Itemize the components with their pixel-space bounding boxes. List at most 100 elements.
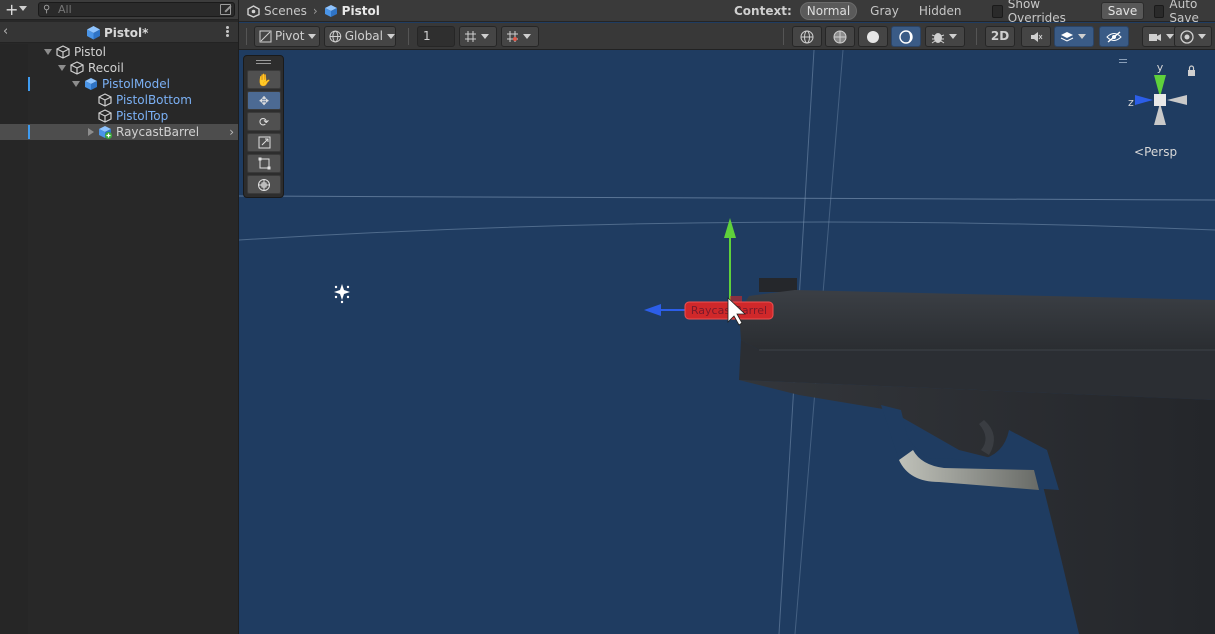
grid-snap-field[interactable]: 1 — [417, 26, 455, 47]
move-arrows-icon: ✥ — [258, 93, 270, 108]
2d-toggle-button[interactable]: 2D — [985, 26, 1015, 47]
wireframe-sphere-icon — [800, 30, 814, 43]
chevron-down-icon — [949, 34, 957, 39]
plus-icon: + — [5, 0, 19, 19]
prefab-override-marker — [28, 77, 30, 91]
prefab-title: Pistol* — [86, 24, 148, 41]
show-overrides-checkbox[interactable] — [992, 4, 1003, 18]
prefab-cube-icon — [324, 5, 337, 17]
global-dropdown[interactable]: Global — [324, 26, 396, 47]
tools-overlay: ✋ ✥ ⟳ — [243, 55, 284, 198]
scene-toolbar: Pivot Global 1 2D — [239, 23, 1215, 50]
chevron-down-icon — [387, 34, 395, 39]
gizmo-neg-z-cone[interactable] — [1167, 95, 1187, 105]
pivot-dropdown[interactable]: Pivot — [254, 26, 320, 47]
hierarchy-search[interactable]: ⚲ — [38, 2, 235, 17]
prefab-header: ‹ Pistol* — [0, 22, 238, 43]
gizmo-neg-y-cone[interactable] — [1154, 103, 1166, 125]
added-prefab-icon — [99, 126, 112, 139]
audio-mute-icon — [1031, 31, 1043, 42]
effects-layers-icon — [1060, 31, 1074, 42]
context-gray-button[interactable]: Gray — [863, 2, 906, 20]
unity-scenes-icon — [247, 4, 260, 18]
gizmo-z-cone[interactable] — [1135, 95, 1153, 105]
foldout-expanded-icon[interactable] — [44, 49, 52, 55]
pivot-icon — [259, 30, 272, 43]
hierarchy-tree: Pistol Recoil PistolModel PistolBottom P… — [0, 44, 238, 140]
hierarchy-item-label: Recoil — [88, 61, 124, 75]
context-normal-button[interactable]: Normal — [799, 2, 858, 20]
show-overrides-toggle[interactable]: Show Overrides — [992, 0, 1078, 25]
gizmo-y-cone[interactable] — [1154, 75, 1166, 97]
pistol-sight — [759, 278, 797, 292]
search-input[interactable] — [58, 3, 218, 16]
foldout-collapsed-icon[interactable] — [88, 128, 94, 136]
grid-snap-dropdown[interactable] — [501, 26, 539, 47]
global-label: Global — [344, 29, 383, 43]
breadcrumb-current[interactable]: Pistol — [342, 4, 380, 18]
overlay-drag-handle[interactable] — [256, 60, 271, 61]
hierarchy-item-pistol[interactable]: Pistol — [0, 44, 238, 60]
grid-visibility-dropdown[interactable] — [459, 26, 497, 47]
shaded-button[interactable] — [858, 26, 888, 47]
hierarchy-item-recoil[interactable]: Recoil — [0, 60, 238, 76]
chevron-down-icon — [1166, 34, 1174, 39]
shaded-wireframe-icon — [833, 30, 847, 43]
auto-save-toggle[interactable]: Auto Save — [1154, 0, 1215, 25]
transform-tool-button[interactable] — [247, 175, 281, 194]
audio-toggle-button[interactable] — [1021, 26, 1051, 47]
hierarchy-item-raycastbarrel[interactable]: RaycastBarrel › — [0, 124, 238, 140]
debug-draw-dropdown[interactable] — [925, 26, 965, 47]
hierarchy-item-pistolbottom[interactable]: PistolBottom — [0, 92, 238, 108]
foldout-expanded-icon[interactable] — [58, 65, 66, 71]
hierarchy-item-label: RaycastBarrel — [116, 125, 200, 139]
gizmo-z-label: z — [1128, 96, 1134, 109]
search-filter-icon[interactable] — [220, 4, 231, 15]
add-object-button[interactable]: + — [3, 0, 29, 20]
chevron-right-icon: › — [312, 4, 318, 18]
gameobject-icon — [98, 93, 112, 107]
chevron-down-icon — [1078, 34, 1086, 39]
move-tool-button[interactable]: ✥ — [247, 91, 281, 110]
rotate-tool-button[interactable]: ⟳ — [247, 112, 281, 131]
auto-save-checkbox[interactable] — [1154, 4, 1165, 18]
projection-label: Persp — [1144, 145, 1178, 159]
hand-tool-button[interactable]: ✋ — [247, 70, 281, 89]
show-overrides-label: Show Overrides — [1007, 0, 1066, 25]
context-selector: Context: Normal Gray Hidden Show Overrid… — [734, 0, 1215, 25]
wireframe-button[interactable] — [792, 26, 822, 47]
more-options-icon[interactable] — [224, 25, 230, 39]
scale-tool-button[interactable] — [247, 133, 281, 152]
hierarchy-item-pistolmodel[interactable]: PistolModel — [0, 76, 238, 92]
prefab-cube-icon — [87, 26, 100, 40]
breadcrumb-scenes[interactable]: Scenes — [264, 4, 307, 18]
foldout-expanded-icon[interactable] — [72, 81, 80, 87]
hierarchy-panel: + ⚲ ‹ Pistol* — [0, 0, 238, 634]
breadcrumb: Scenes › Pistol — [247, 2, 380, 20]
scene-viewport[interactable]: RaycastBarrel — [239, 50, 1215, 634]
scene-visibility-toggle[interactable] — [1099, 26, 1129, 47]
save-button[interactable]: Save — [1100, 2, 1145, 20]
rect-tool-button[interactable] — [247, 154, 281, 173]
lit-sphere-icon — [899, 29, 913, 44]
hierarchy-item-label: Pistol — [74, 45, 106, 59]
gameobject-icon — [98, 109, 112, 123]
context-hidden-button[interactable]: Hidden — [912, 2, 969, 20]
back-arrow-icon[interactable]: ‹ — [3, 24, 13, 40]
hierarchy-item-pistoltop[interactable]: PistolTop — [0, 108, 238, 124]
projection-toggle[interactable]: <Persp — [1134, 145, 1177, 159]
prefab-override-marker — [28, 125, 30, 139]
lock-icon[interactable] — [1188, 65, 1195, 76]
effects-dropdown[interactable] — [1054, 26, 1094, 47]
lit-mode-button[interactable] — [891, 26, 921, 47]
shaded-wireframe-button[interactable] — [825, 26, 855, 47]
gizmo-center-cube[interactable] — [1154, 94, 1166, 106]
transform-icon — [258, 178, 270, 191]
chevron-right-icon[interactable]: › — [229, 124, 234, 140]
search-icon: ⚲ — [43, 4, 51, 15]
rect-transform-icon — [258, 157, 270, 170]
gizmo-y-label: y — [1157, 61, 1164, 74]
gizmos-dropdown[interactable] — [1174, 26, 1212, 47]
auto-save-label: Auto Save — [1169, 0, 1199, 25]
camera-icon — [1149, 33, 1161, 41]
